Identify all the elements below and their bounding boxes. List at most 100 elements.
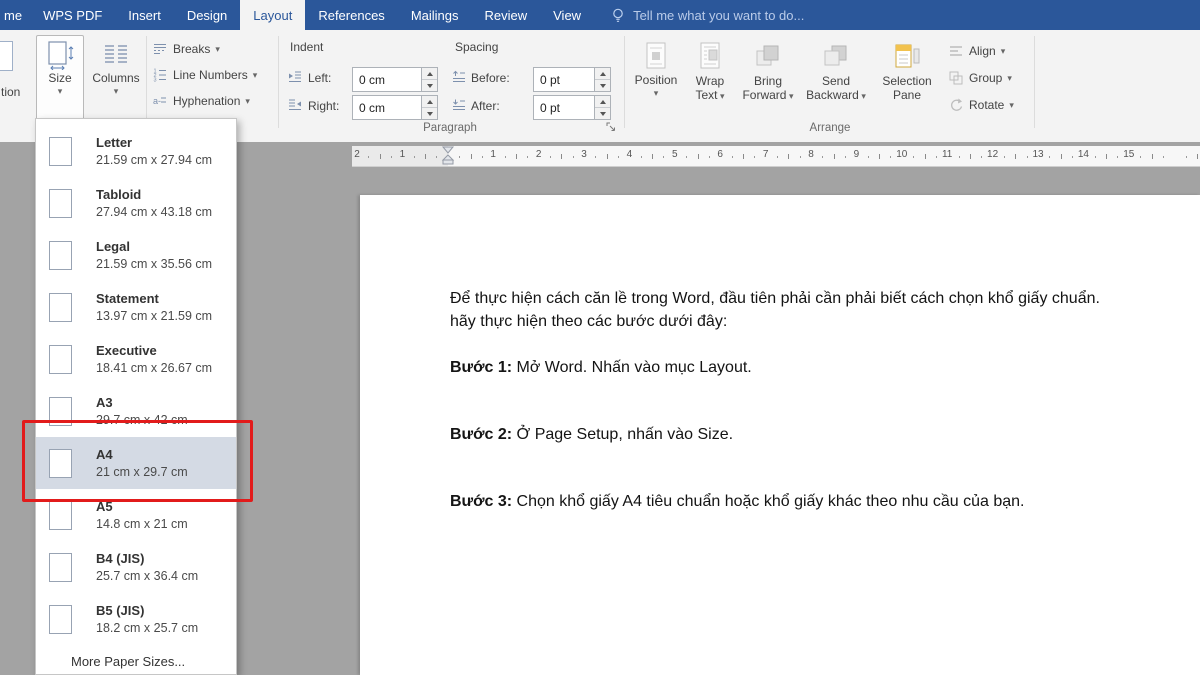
ruler-tick: [505, 156, 506, 158]
paragraph-lead: Bước 1:: [450, 359, 512, 376]
ruler-tick: [471, 154, 472, 159]
paper-size-option-statement[interactable]: Statement13.97 cm x 21.59 cm: [36, 281, 236, 333]
tab-view[interactable]: View: [540, 0, 594, 30]
ruler-number: 14: [1078, 149, 1089, 160]
ruler-tick: [641, 156, 642, 158]
spacing-before-value: 0 pt: [534, 73, 594, 87]
spinner-up-icon[interactable]: [422, 96, 437, 108]
orientation-icon: [0, 41, 13, 71]
wrap-text-button[interactable]: WrapText ▾: [684, 35, 736, 121]
indent-left-input[interactable]: 0 cm: [352, 67, 438, 92]
page-icon: [49, 605, 72, 634]
ruler-tick: [1072, 156, 1073, 158]
orientation-label-partial: tion: [1, 85, 20, 99]
line-numbers-button[interactable]: 123 Line Numbers ▾: [152, 64, 257, 86]
tab-wps-pdf[interactable]: WPS PDF: [30, 0, 115, 30]
ruler-number: 8: [808, 149, 814, 160]
ruler-tick: [652, 154, 653, 159]
indent-right-value: 0 cm: [353, 101, 421, 115]
size-button[interactable]: Size ▾: [36, 35, 84, 121]
align-button[interactable]: Align ▾: [948, 40, 1005, 62]
spacing-before-label: Before:: [471, 71, 510, 85]
spacing-before-input[interactable]: 0 pt: [533, 67, 611, 92]
tab-references[interactable]: References: [305, 0, 397, 30]
ribbon-tab-bar: meWPS PDFInsertDesignLayoutReferencesMai…: [0, 0, 1200, 30]
spinner-down-icon[interactable]: [595, 80, 610, 91]
ruler-tick: [391, 156, 392, 158]
tell-me-text: Tell me what you want to do...: [633, 8, 804, 23]
ruler[interactable]: 21123456789101112131415: [352, 146, 1200, 167]
rotate-button[interactable]: Rotate ▾: [948, 94, 1014, 116]
ruler-tick: [890, 156, 891, 158]
spinner-buttons[interactable]: [594, 96, 610, 119]
tab-design[interactable]: Design: [174, 0, 240, 30]
paragraph[interactable]: Bước 1: Mở Word. Nhấn vào mục Layout.: [450, 356, 1195, 379]
indent-left-label: Left:: [308, 71, 331, 85]
paper-size-dimensions: 18.2 cm x 25.7 cm: [96, 621, 198, 635]
group-button[interactable]: Group ▾: [948, 67, 1012, 89]
spinner-down-icon[interactable]: [422, 80, 437, 91]
arrange-group-label: Arrange: [740, 122, 920, 134]
indent-left-icon: [288, 70, 302, 84]
paper-size-option-executive[interactable]: Executive18.41 cm x 26.67 cm: [36, 333, 236, 385]
paragraph-dialog-launcher[interactable]: [604, 120, 618, 134]
ruler-tick: [777, 156, 778, 158]
ruler-tick: [743, 154, 744, 159]
paragraph[interactable]: Để thực hiện cách căn lề trong Word, đầu…: [450, 287, 1195, 333]
spacing-after-label: After:: [471, 99, 500, 113]
spinner-buttons[interactable]: [421, 68, 437, 91]
tab-mailings[interactable]: Mailings: [398, 0, 472, 30]
position-label: Position: [635, 74, 678, 87]
spinner-buttons[interactable]: [594, 68, 610, 91]
paragraph[interactable]: Bước 2: Ở Page Setup, nhấn vào Size.: [450, 423, 1195, 446]
hyphenation-button[interactable]: a- Hyphenation ▾: [152, 90, 250, 112]
bring-forward-button[interactable]: BringForward ▾: [738, 35, 798, 121]
spinner-up-icon[interactable]: [422, 68, 437, 80]
orientation-button-partial[interactable]: tion: [0, 35, 30, 115]
spinner-up-icon[interactable]: [595, 68, 610, 80]
tab-review[interactable]: Review: [472, 0, 541, 30]
position-button[interactable]: Position ▾: [630, 35, 682, 121]
columns-button-label: Columns: [92, 72, 139, 85]
ruler-number: 9: [854, 149, 860, 160]
paper-size-option-b5-jis-[interactable]: B5 (JIS)18.2 cm x 25.7 cm: [36, 593, 236, 645]
paper-size-name: Executive: [96, 343, 212, 358]
breaks-button[interactable]: Breaks ▾: [152, 38, 220, 60]
ruler-tick: [550, 156, 551, 158]
tell-me-box[interactable]: Tell me what you want to do...: [610, 0, 804, 30]
ruler-tick: [1152, 154, 1153, 159]
spinner-down-icon[interactable]: [422, 108, 437, 119]
spacing-after-input[interactable]: 0 pt: [533, 95, 611, 120]
spinner-up-icon[interactable]: [595, 96, 610, 108]
more-paper-sizes-item[interactable]: More Paper Sizes...: [36, 654, 236, 669]
indent-marker[interactable]: [441, 146, 455, 165]
paper-size-option-b4-jis-[interactable]: B4 (JIS)25.7 cm x 36.4 cm: [36, 541, 236, 593]
page-icon: [49, 553, 72, 582]
tab-insert[interactable]: Insert: [115, 0, 174, 30]
ruler-number: 10: [896, 149, 907, 160]
tab-layout[interactable]: Layout: [240, 0, 305, 30]
paper-size-name: Tabloid: [96, 187, 212, 202]
send-backward-button[interactable]: SendBackward ▾: [802, 35, 870, 121]
paper-size-option-legal[interactable]: Legal21.59 cm x 35.56 cm: [36, 229, 236, 281]
paragraph[interactable]: Bước 3: Chọn khổ giấy A4 tiêu chuẩn hoặc…: [450, 490, 1195, 513]
spinner-buttons[interactable]: [421, 96, 437, 119]
indent-right-input[interactable]: 0 cm: [352, 95, 438, 120]
paragraph-group-label: Paragraph: [290, 122, 610, 134]
spinner-down-icon[interactable]: [595, 108, 610, 119]
columns-icon: [101, 40, 131, 70]
paper-size-option-letter[interactable]: Letter21.59 cm x 27.94 cm: [36, 125, 236, 177]
ruler-tick: [834, 154, 835, 159]
ruler-tick: [1186, 156, 1187, 158]
document-page[interactable]: Để thực hiện cách căn lề trong Word, đầu…: [360, 195, 1200, 675]
rotate-label: Rotate: [969, 98, 1004, 112]
columns-button[interactable]: Columns ▾: [88, 35, 144, 121]
ruler-tick: [822, 156, 823, 158]
bring-forward-icon: [752, 40, 784, 72]
page-icon: [49, 241, 72, 270]
ruler-number: 12: [987, 149, 998, 160]
tab-me[interactable]: me: [0, 0, 30, 30]
paper-size-option-tabloid[interactable]: Tabloid27.94 cm x 43.18 cm: [36, 177, 236, 229]
selection-pane-button[interactable]: SelectionPane: [874, 35, 940, 121]
rotate-icon: [948, 97, 964, 113]
